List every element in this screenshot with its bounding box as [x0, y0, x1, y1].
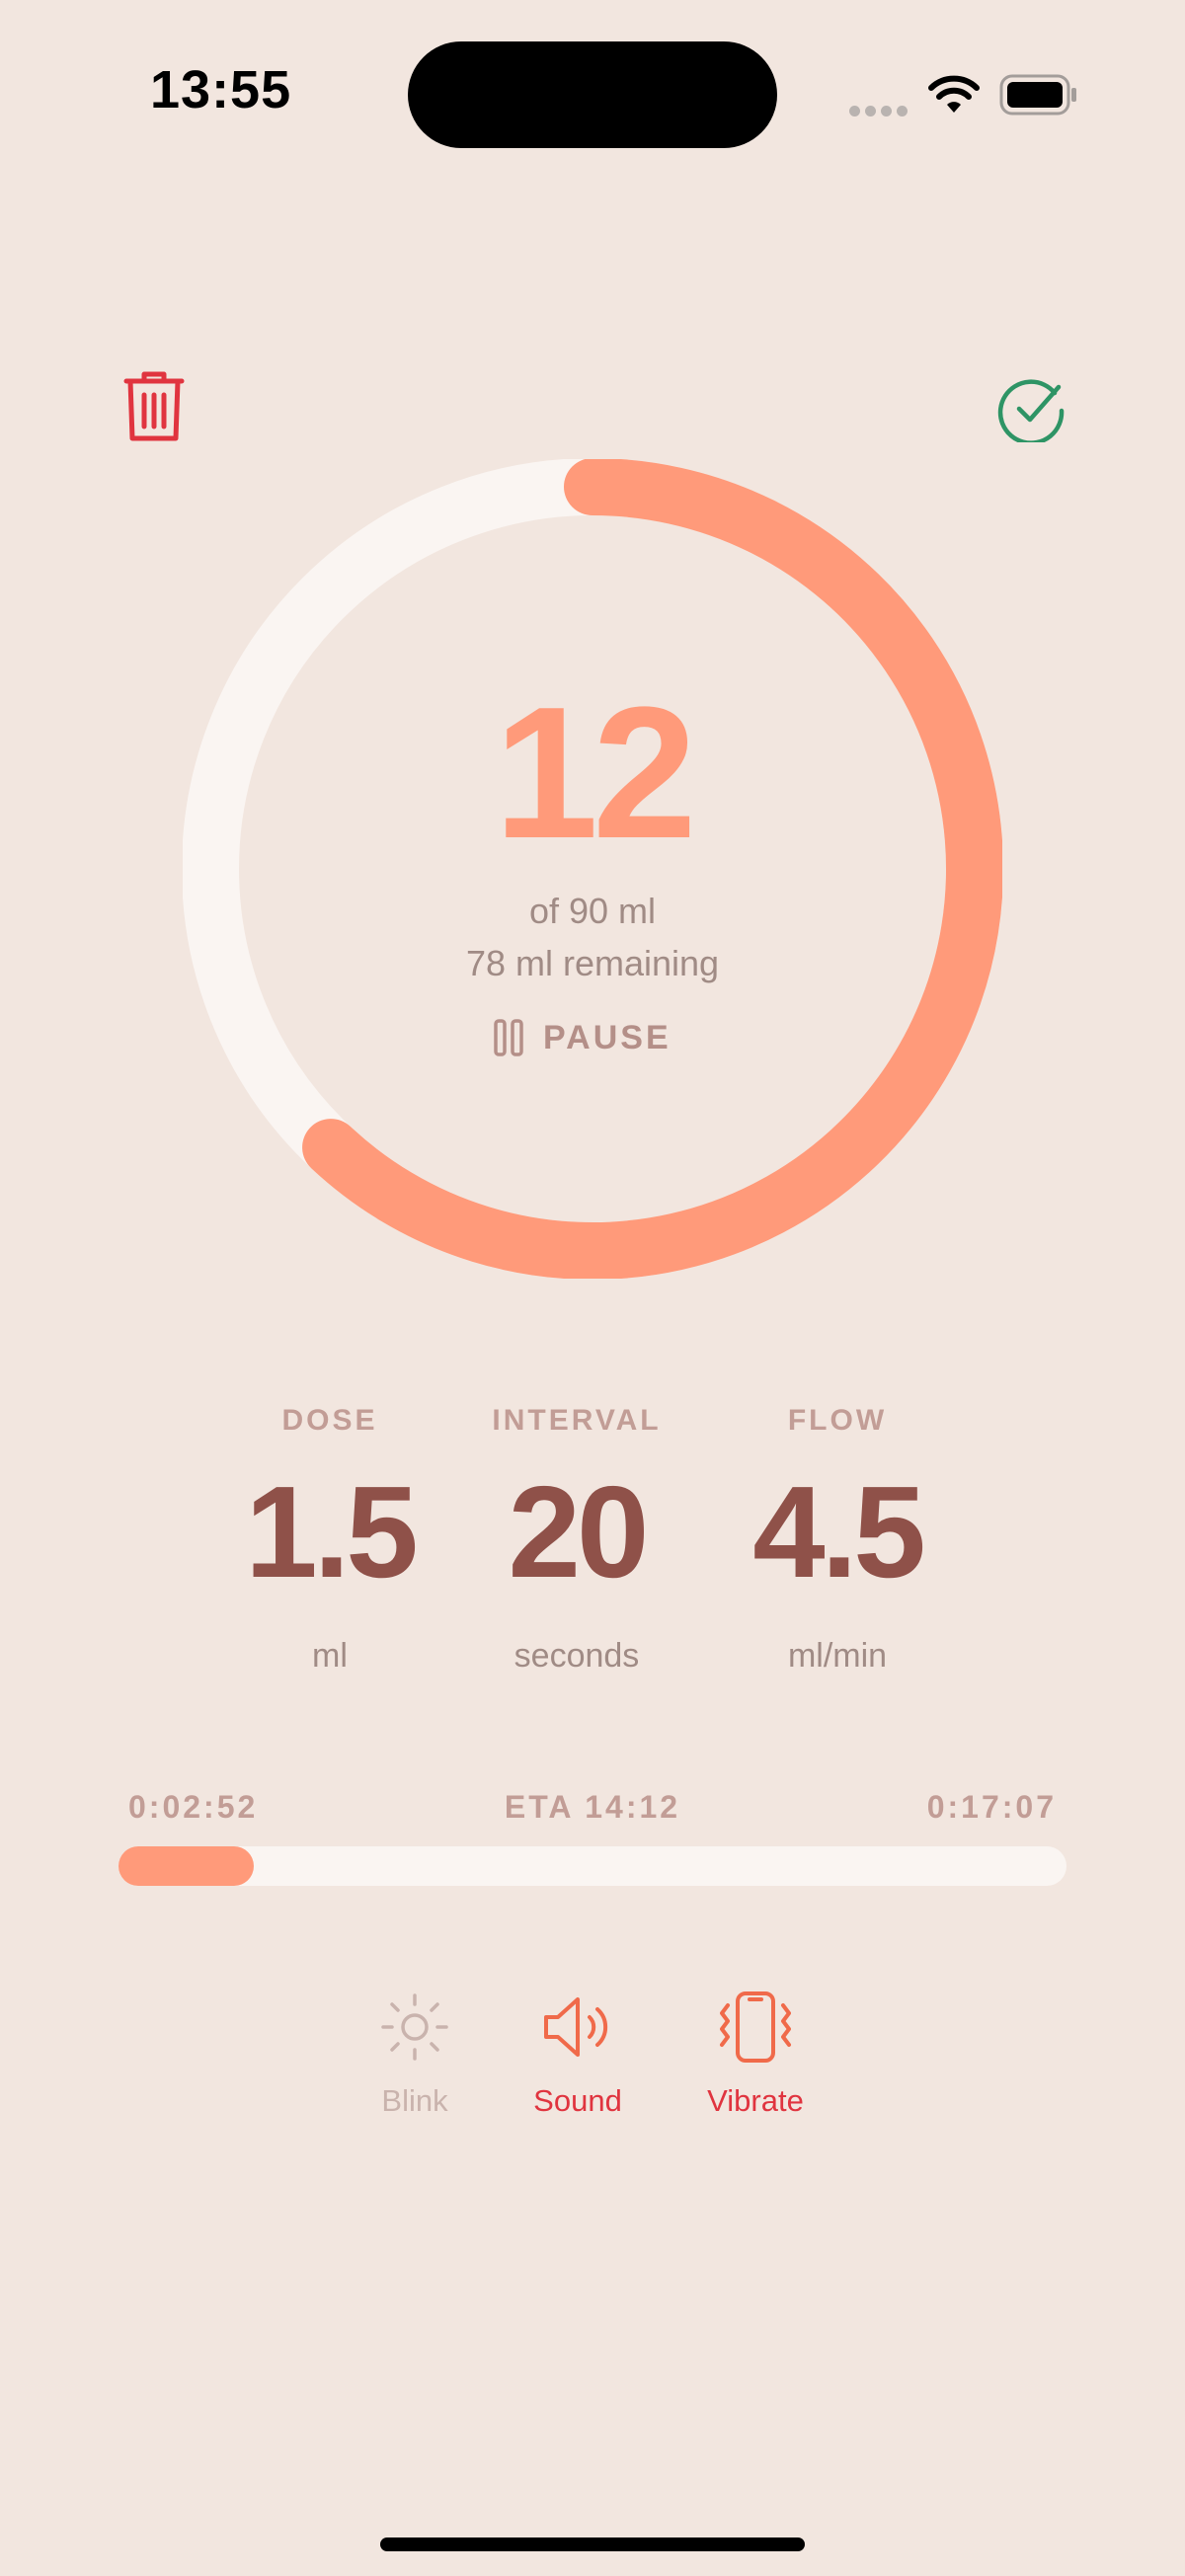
pause-icon — [494, 1019, 523, 1056]
stat-dose-value: 1.5 — [245, 1459, 419, 1604]
toggle-blink[interactable]: Blink — [336, 1990, 494, 2119]
toggle-sound-label: Sound — [533, 2083, 622, 2118]
total-volume-label: of 90 ml — [528, 891, 657, 931]
current-volume: 12 — [494, 668, 696, 878]
stat-dose: DOSE 1.5 ml — [211, 1404, 448, 1676]
battery-icon — [999, 74, 1076, 116]
stat-interval-value: 20 — [508, 1459, 650, 1604]
stat-interval: INTERVAL 20 seconds — [458, 1404, 695, 1676]
status-time: 13:55 — [150, 60, 292, 119]
stat-dose-label: DOSE — [281, 1404, 378, 1437]
remaining-volume-label: 78 ml remaining — [465, 943, 720, 983]
pause-label: PAUSE — [543, 1018, 672, 1056]
toggle-vibrate-label: Vibrate — [707, 2083, 804, 2118]
toggle-blink-label: Blink — [381, 2083, 448, 2118]
sun-icon — [381, 1993, 448, 2061]
pause-button[interactable]: PAUSE — [494, 1013, 672, 1062]
stat-interval-label: INTERVAL — [492, 1404, 662, 1437]
toggle-vibrate[interactable]: Vibrate — [676, 1990, 834, 2119]
signal-dots-icon — [849, 104, 912, 121]
stat-flow-label: FLOW — [787, 1404, 888, 1437]
stat-interval-unit: seconds — [514, 1637, 640, 1675]
stat-flow-unit: ml/min — [787, 1637, 888, 1675]
timeline-progress-fill — [118, 1846, 255, 1886]
stat-dose-unit: ml — [312, 1637, 348, 1675]
trash-icon[interactable] — [120, 369, 188, 444]
home-indicator — [380, 2537, 805, 2551]
remaining-time: 0:17:07 — [926, 1789, 1057, 1825]
stat-flow: FLOW 4.5 ml/min — [719, 1404, 956, 1676]
toggle-sound[interactable]: Sound — [499, 1990, 657, 2119]
checkmark-circle-icon[interactable] — [997, 373, 1066, 442]
speaker-icon — [544, 1997, 608, 2057]
stat-flow-value: 4.5 — [752, 1459, 926, 1604]
dynamic-island — [408, 41, 777, 148]
wifi-icon — [928, 75, 980, 113]
phone-vibrate-icon — [720, 1991, 791, 2063]
timeline-track — [118, 1846, 1066, 1886]
